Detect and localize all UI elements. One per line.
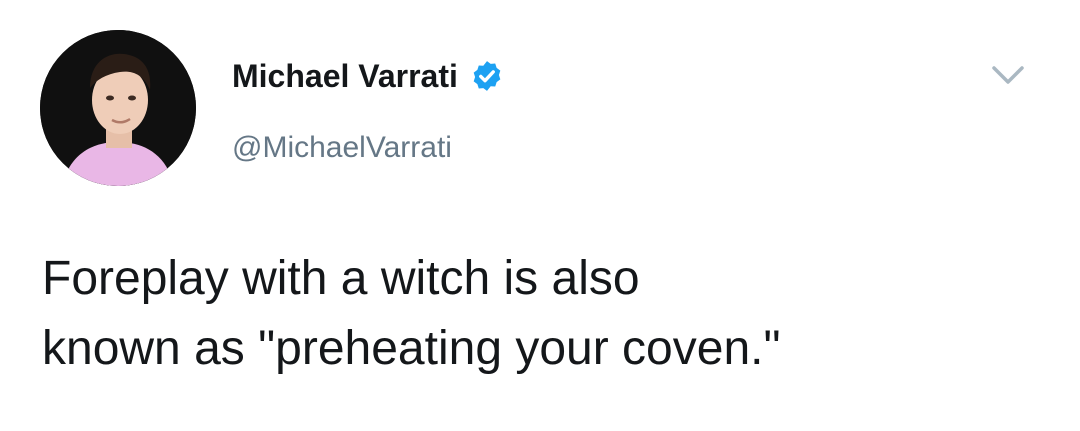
tweet-text-line-1: Foreplay with a witch is also	[42, 252, 640, 305]
chevron-down-icon[interactable]	[990, 62, 1026, 88]
verified-badge-icon	[470, 59, 504, 93]
avatar-photo	[40, 30, 196, 186]
name-row: Michael Varrati	[232, 56, 504, 96]
avatar[interactable]	[40, 30, 196, 186]
user-handle[interactable]: @MichaelVarrati	[232, 130, 504, 166]
display-name[interactable]: Michael Varrati	[232, 56, 458, 96]
tweet-text-line-2: known as "preheating your coven."	[42, 322, 781, 375]
tweet-card: Michael Varrati @MichaelVarrati Foreplay…	[0, 0, 1080, 431]
author-identity: Michael Varrati @MichaelVarrati	[232, 56, 504, 166]
tweet-text: Foreplay with a witch is also known as "…	[42, 244, 1042, 384]
